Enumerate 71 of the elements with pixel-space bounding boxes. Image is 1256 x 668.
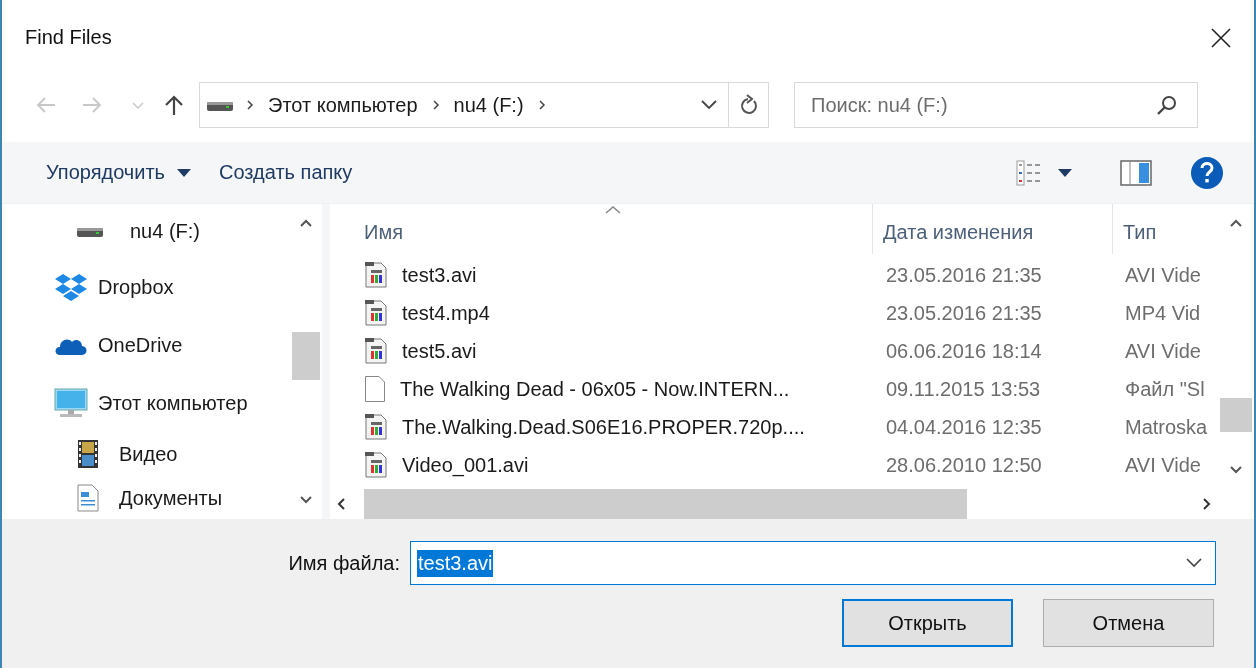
nav-pane-item[interactable]: Документы xyxy=(2,476,290,519)
nav-pane-item[interactable]: OneDrive xyxy=(2,316,290,374)
file-name[interactable]: test4.mp4 xyxy=(330,294,873,332)
chevron-right-icon xyxy=(537,99,546,111)
date-cell-text: 28.06.2010 12:50 xyxy=(885,452,1043,478)
nav-pane-item[interactable]: nu4 (F:) xyxy=(2,204,290,258)
preview-pane-icon xyxy=(1120,159,1152,186)
chevron-left-icon xyxy=(336,497,346,511)
scrollbar-thumb[interactable] xyxy=(1220,398,1252,432)
file-name[interactable]: The Walking Dead - 06x05 - Now.INTERN... xyxy=(330,370,873,408)
column-header[interactable]: Имя xyxy=(330,204,873,254)
file-name-label: Имя файла: xyxy=(288,551,400,575)
date-cell-text: 09.11.2015 13:53 xyxy=(885,376,1042,402)
search-field[interactable]: Поиск: nu4 (F:) xyxy=(794,82,1198,128)
chevron-down-icon xyxy=(1229,465,1243,475)
up-arrow-icon[interactable] xyxy=(163,94,185,116)
video-file-icon xyxy=(364,261,388,289)
column-header[interactable]: Дата изменения xyxy=(873,204,1113,254)
new-folder-button[interactable]: Создать папку xyxy=(205,155,367,190)
nav-pane-item[interactable]: Dropbox xyxy=(2,258,290,316)
type-cell-text: AVI Vide xyxy=(1124,338,1202,364)
blank-file-icon xyxy=(364,375,386,403)
close-icon[interactable] xyxy=(1210,27,1232,49)
refresh-button[interactable] xyxy=(729,82,769,128)
chevron-down-icon xyxy=(299,495,313,505)
chevron-up-icon xyxy=(299,218,313,228)
type-cell-text: Файл "Sl xyxy=(1124,376,1206,402)
date-cell-text: 06.06.2016 18:14 xyxy=(885,338,1043,364)
file-name[interactable]: Video_001.avi xyxy=(330,446,873,484)
film-icon xyxy=(77,439,99,469)
chevron-right-icon xyxy=(246,99,254,111)
chevron-right-icon xyxy=(1202,497,1212,511)
window-title: Find Files xyxy=(25,25,113,50)
document-icon xyxy=(77,484,99,512)
open-button[interactable]: Открыть xyxy=(842,599,1013,647)
search-icon[interactable] xyxy=(1156,94,1178,116)
dropbox-icon xyxy=(54,272,88,302)
scrollbar-thumb[interactable] xyxy=(292,332,320,380)
date-cell-text: 04.04.2016 12:35 xyxy=(885,414,1043,440)
date-cell-text: 23.05.2016 21:35 xyxy=(885,262,1043,288)
cancel-button[interactable]: Отмена xyxy=(1043,599,1214,647)
video-file-icon xyxy=(364,451,388,479)
organize-button[interactable]: Упорядочить xyxy=(32,155,205,190)
refresh-icon xyxy=(738,94,759,116)
file-name[interactable]: test3.avi xyxy=(330,256,873,294)
chevron-up-icon xyxy=(1229,218,1243,228)
type-cell-text: Matroska xyxy=(1124,414,1209,440)
date-cell-text: 23.05.2016 21:35 xyxy=(885,300,1043,326)
caret-down-icon xyxy=(1058,168,1072,177)
type-cell-text: AVI Vide xyxy=(1124,452,1202,478)
nav-pane-item[interactable]: Этот компьютер xyxy=(2,374,290,432)
breadcrumb-item[interactable]: Этот компьютер xyxy=(268,93,418,117)
caret-down-icon xyxy=(177,168,191,177)
video-file-icon xyxy=(364,337,388,365)
scrollbar-thumb[interactable] xyxy=(364,489,967,519)
file-name[interactable]: The.Walking.Dead.S06E16.PROPER.720p.... xyxy=(330,408,873,446)
monitor-icon xyxy=(54,388,88,418)
column-header[interactable]: Тип xyxy=(1113,204,1218,254)
video-file-icon xyxy=(364,413,388,441)
address-bar[interactable]: Этот компьютер nu4 (F:) xyxy=(199,82,729,128)
type-cell-text: MP4 Vid xyxy=(1124,300,1202,326)
chevron-down-icon[interactable] xyxy=(700,99,718,111)
type-cell-text: AVI Vide xyxy=(1124,262,1202,288)
chevron-right-icon xyxy=(431,99,440,111)
breadcrumb-item[interactable]: nu4 (F:) xyxy=(453,93,524,117)
chevron-down-icon xyxy=(1185,557,1203,569)
help-icon[interactable] xyxy=(1190,155,1224,190)
video-file-icon xyxy=(364,299,388,327)
nav-pane-item[interactable]: Видео xyxy=(2,432,290,476)
file-name-field[interactable]: test3.avi xyxy=(410,541,1216,585)
file-name[interactable]: test5.avi xyxy=(330,332,873,370)
